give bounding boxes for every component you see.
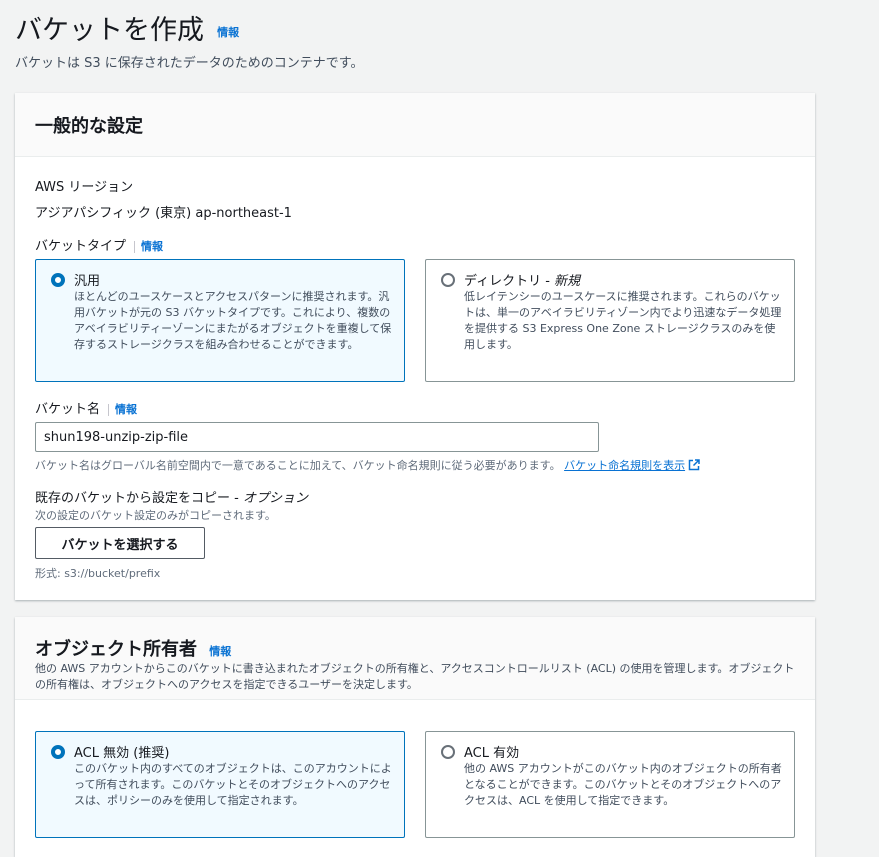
general-settings-panel: 一般的な設定 AWS リージョン アジアパシフィック (東京) ap-north… xyxy=(15,93,815,600)
acl-disabled-description: このバケット内のすべてのオブジェクトは、このアカウントによって所有されます。この… xyxy=(74,762,392,807)
bucket-type-general-description: ほとんどのユースケースとアクセスパターンに推奨されます。汎用バケットが元の S3… xyxy=(74,290,392,351)
bucket-type-info-link[interactable]: 情報 xyxy=(141,240,163,253)
region-value: アジアパシフィック (東京) ap-northeast-1 xyxy=(35,206,292,221)
bucket-name-label: バケット名 xyxy=(35,402,101,417)
external-link-icon xyxy=(688,459,700,471)
ownership-acl-enabled[interactable]: ACL 有効 他の AWS アカウントがこのバケット内のオブジェクトの所有者とな… xyxy=(425,731,795,838)
page-description: バケットは S3 に保存されたデータのためのコンテナです。 xyxy=(15,56,364,71)
copy-settings-optional: オプション xyxy=(242,491,308,506)
object-ownership-info-link[interactable]: 情報 xyxy=(209,645,231,658)
ownership-acl-disabled[interactable]: ACL 無効 (推奨) このバケット内のすべてのオブジェクトは、このアカウントに… xyxy=(35,731,405,838)
copy-settings-hint: 次の設定のバケット設定のみがコピーされます。 xyxy=(35,509,276,522)
copy-settings-label: 既存のバケットから設定をコピー - xyxy=(35,491,243,506)
object-ownership-description: 他の AWS アカウントからこのバケットに書き込まれたオブジェクトの所有権と、ア… xyxy=(35,662,795,691)
radio-unselected-icon[interactable] xyxy=(441,273,455,287)
bucket-type-general-purpose[interactable]: 汎用 ほとんどのユースケースとアクセスパターンに推奨されます。汎用バケットが元の… xyxy=(35,259,405,382)
page-info-link[interactable]: 情報 xyxy=(217,26,239,39)
format-hint: 形式: s3://bucket/prefix xyxy=(35,567,161,580)
choose-bucket-button[interactable]: バケットを選択する xyxy=(35,527,205,559)
page-title-row: バケットを作成 情報 xyxy=(15,8,239,47)
general-settings-header: 一般的な設定 xyxy=(15,93,815,157)
new-badge: 新規 xyxy=(554,274,581,289)
acl-disabled-title: ACL 無効 (推奨) xyxy=(74,746,170,761)
copy-settings-label-row: 既存のバケットから設定をコピー - オプション xyxy=(35,487,308,506)
bucket-type-general-title: 汎用 xyxy=(74,274,101,289)
bucket-type-label: バケットタイプ xyxy=(35,239,127,254)
page-title: バケットを作成 xyxy=(15,15,204,46)
object-ownership-panel: オブジェクト所有者 情報 他の AWS アカウントからこのバケットに書き込まれた… xyxy=(15,617,815,857)
region-label: AWS リージョン xyxy=(35,180,134,195)
acl-enabled-title: ACL 有効 xyxy=(464,746,520,761)
object-ownership-title-row: オブジェクト所有者 情報 xyxy=(35,635,231,661)
radio-selected-icon[interactable] xyxy=(51,745,65,759)
naming-rules-link[interactable]: バケット命名規則を表示 xyxy=(564,459,700,472)
bucket-type-directory[interactable]: ディレクトリ - 新規 低レイテンシーのユースケースに推奨されます。これらのバケ… xyxy=(425,259,795,382)
naming-rules-link-text: バケット命名規則を表示 xyxy=(564,459,686,472)
acl-enabled-description: 他の AWS アカウントがこのバケット内のオブジェクトの所有者となることができま… xyxy=(464,762,782,807)
radio-selected-icon[interactable] xyxy=(51,273,65,287)
bucket-type-directory-description: 低レイテンシーのユースケースに推奨されます。これらのバケットは、単一のアベイラビ… xyxy=(464,290,782,351)
object-ownership-title: オブジェクト所有者 xyxy=(35,639,197,660)
divider xyxy=(134,240,136,253)
bucket-type-directory-title-row: ディレクトリ - 新規 xyxy=(464,270,580,289)
radio-unselected-icon[interactable] xyxy=(441,745,455,759)
bucket-name-info-link[interactable]: 情報 xyxy=(115,403,137,416)
bucket-type-label-row: バケットタイプ 情報 xyxy=(35,235,163,254)
general-settings-title: 一般的な設定 xyxy=(35,116,143,137)
bucket-name-input[interactable] xyxy=(35,422,599,452)
bucket-name-hint-row: バケット名はグローバル名前空間内で一意であることに加えて、バケット命名規則に従う… xyxy=(35,457,700,473)
bucket-type-directory-title: ディレクトリ - xyxy=(464,274,555,289)
object-ownership-header: オブジェクト所有者 情報 他の AWS アカウントからこのバケットに書き込まれた… xyxy=(15,617,815,700)
bucket-name-hint: バケット名はグローバル名前空間内で一意であることに加えて、バケット命名規則に従う… xyxy=(35,459,561,472)
bucket-name-label-row: バケット名 情報 xyxy=(35,398,137,417)
divider xyxy=(108,403,110,416)
